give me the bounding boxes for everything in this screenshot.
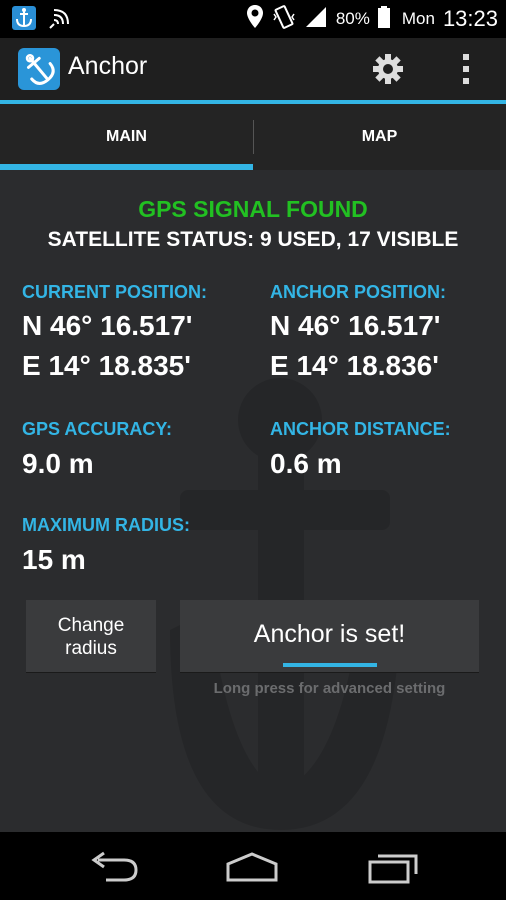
- cell-signal-icon: [304, 5, 328, 33]
- anchor-position-lat: N 46° 16.517': [270, 310, 441, 341]
- max-radius-label: MAXIMUM RADIUS:: [22, 515, 190, 535]
- tab-bar: MAIN MAP: [0, 104, 506, 170]
- gps-signal-status: GPS SIGNAL FOUND: [138, 196, 368, 222]
- change-radius-label-line2: radius: [65, 638, 117, 659]
- app-logo-anchor-icon[interactable]: [18, 48, 60, 90]
- recent-apps-icon[interactable]: [364, 850, 424, 884]
- tab-main[interactable]: MAIN: [0, 104, 253, 170]
- anchor-set-label: Anchor is set!: [253, 620, 406, 648]
- back-icon[interactable]: [84, 850, 144, 884]
- anchor-distance-label: ANCHOR DISTANCE:: [270, 419, 451, 439]
- gps-accuracy-label: GPS ACCURACY:: [22, 419, 173, 439]
- status-time: 13:23: [442, 6, 498, 31]
- gps-accuracy-value: 9.0 m: [22, 448, 94, 479]
- overflow-menu-icon[interactable]: [454, 52, 478, 86]
- navigation-bar: [0, 832, 506, 900]
- change-radius-label-line1: Change: [57, 615, 125, 636]
- anchor-set-button[interactable]: Anchor is set!: [180, 600, 479, 672]
- signal-broadcast-icon: [46, 6, 72, 32]
- location-icon: [246, 4, 264, 34]
- main-content: GPS SIGNAL FOUND SATELLITE STATUS: 9 USE…: [0, 170, 506, 832]
- anchor-set-indicator: [283, 663, 377, 667]
- anchor-distance-value: 0.6 m: [270, 448, 342, 479]
- current-position-label: CURRENT POSITION:: [22, 282, 208, 302]
- anchor-position-label: ANCHOR POSITION:: [270, 282, 447, 302]
- tab-map[interactable]: MAP: [253, 104, 506, 170]
- current-position-lat: N 46° 16.517': [22, 310, 193, 341]
- status-day: Mon: [401, 9, 435, 28]
- status-bar: 80% Mon 13:23: [0, 0, 506, 38]
- current-position-lon: E 14° 18.835': [22, 350, 191, 381]
- action-bar: Anchor: [0, 38, 506, 100]
- max-radius-value: 15 m: [22, 544, 86, 575]
- app-title: Anchor: [68, 52, 148, 80]
- advanced-setting-hint: Long press for advanced setting: [213, 680, 446, 697]
- satellite-status: SATELLITE STATUS: 9 USED, 17 VISIBLE: [47, 228, 459, 251]
- anchor-position-lon: E 14° 18.836': [270, 350, 439, 381]
- notification-anchor-icon: [12, 6, 36, 30]
- change-radius-button[interactable]: Change radius: [26, 600, 156, 672]
- battery-icon: [377, 5, 390, 33]
- battery-percent: 80%: [335, 9, 370, 28]
- vibrate-icon: [272, 4, 296, 34]
- gear-icon[interactable]: [372, 53, 404, 85]
- home-icon[interactable]: [222, 850, 282, 884]
